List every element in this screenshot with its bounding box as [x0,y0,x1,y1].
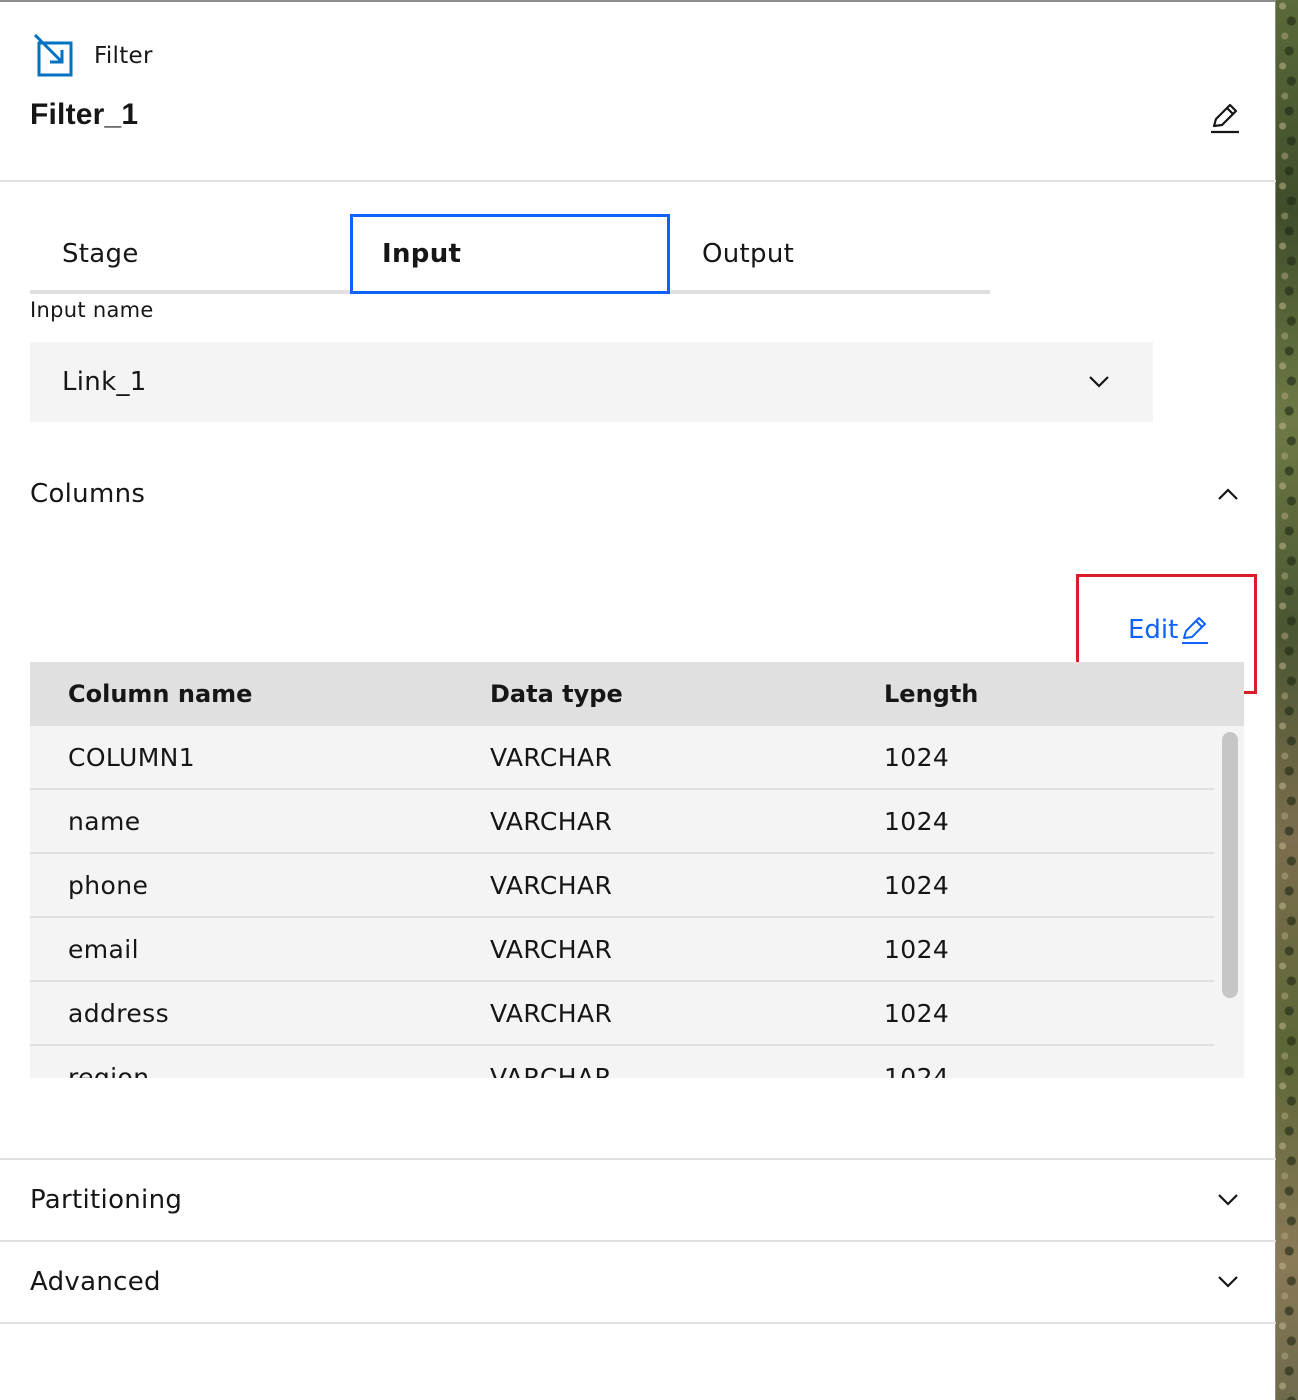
stage-type-header: Filter [32,34,153,78]
table-row[interactable]: region VARCHAR 1024 [30,1046,1214,1078]
accordion-bottom-divider [0,1322,1276,1324]
cell-column-name: region [68,1062,150,1079]
cell-data-type: VARCHAR [490,934,613,964]
table-row[interactable]: phone VARCHAR 1024 [30,854,1214,918]
table-body: COLUMN1 VARCHAR 1024 name VARCHAR 1024 p… [30,726,1214,1078]
table-row[interactable]: COLUMN1 VARCHAR 1024 [30,726,1214,790]
cell-column-name: name [68,806,141,836]
table-row[interactable]: name VARCHAR 1024 [30,790,1214,854]
properties-panel: Filter Filter_1 Stage Input Output Input… [0,0,1276,1400]
chevron-down-icon [1218,1276,1238,1288]
partitioning-accordion-header[interactable]: Partitioning [0,1158,1276,1240]
table-header: Column name Data type Length [30,662,1244,726]
stage-type-label: Filter [94,43,153,69]
cell-column-name: phone [68,870,149,900]
background-landscape [1276,0,1298,1400]
cell-data-type: VARCHAR [490,998,613,1028]
partitioning-title: Partitioning [30,1185,183,1215]
cell-length: 1024 [884,998,950,1028]
cell-length: 1024 [884,1062,950,1079]
tab-list: Stage Input Output [30,214,990,294]
cell-column-name: address [68,998,170,1028]
tab-input[interactable]: Input [350,214,670,294]
chevron-down-icon [1218,1194,1238,1206]
input-name-label: Input name [30,298,154,322]
tab-stage-label: Stage [62,239,139,269]
edit-columns-label: Edit [1128,615,1179,645]
cell-data-type: VARCHAR [490,870,613,900]
input-name-select[interactable]: Link_1 [30,342,1153,422]
table-scrollbar-thumb[interactable] [1222,732,1238,998]
columns-title: Columns [30,479,146,509]
chevron-down-icon [1089,376,1109,388]
cell-length: 1024 [884,870,950,900]
edit-columns-button[interactable]: Edit [1128,610,1210,650]
table-row[interactable]: address VARCHAR 1024 [30,982,1214,1046]
edit-pencil-icon [1182,617,1209,644]
header-divider [0,180,1276,182]
table-row[interactable]: email VARCHAR 1024 [30,918,1214,982]
advanced-title: Advanced [30,1267,161,1297]
header-length[interactable]: Length [884,680,978,708]
cell-column-name: COLUMN1 [68,742,196,772]
cell-length: 1024 [884,742,950,772]
tab-output-label: Output [702,239,795,269]
edit-title-icon[interactable] [1206,100,1242,136]
cell-data-type: VARCHAR [490,742,613,772]
columns-table: Column name Data type Length COLUMN1 VAR… [30,662,1244,1078]
header-column-name[interactable]: Column name [68,680,252,708]
cell-data-type: VARCHAR [490,806,613,836]
tab-input-label: Input [382,239,462,269]
cell-length: 1024 [884,806,950,836]
input-name-value: Link_1 [62,367,147,397]
cell-length: 1024 [884,934,950,964]
columns-accordion-header[interactable]: Columns [0,454,1276,534]
stage-title: Filter_1 [30,98,139,131]
tab-stage[interactable]: Stage [30,214,350,294]
cell-column-name: email [68,934,139,964]
advanced-accordion-header[interactable]: Advanced [0,1240,1276,1322]
header-data-type[interactable]: Data type [490,680,623,708]
cell-data-type: VARCHAR [490,1062,613,1079]
tab-output[interactable]: Output [670,214,990,294]
filter-stage-icon [33,34,73,77]
chevron-up-icon [1218,488,1238,500]
